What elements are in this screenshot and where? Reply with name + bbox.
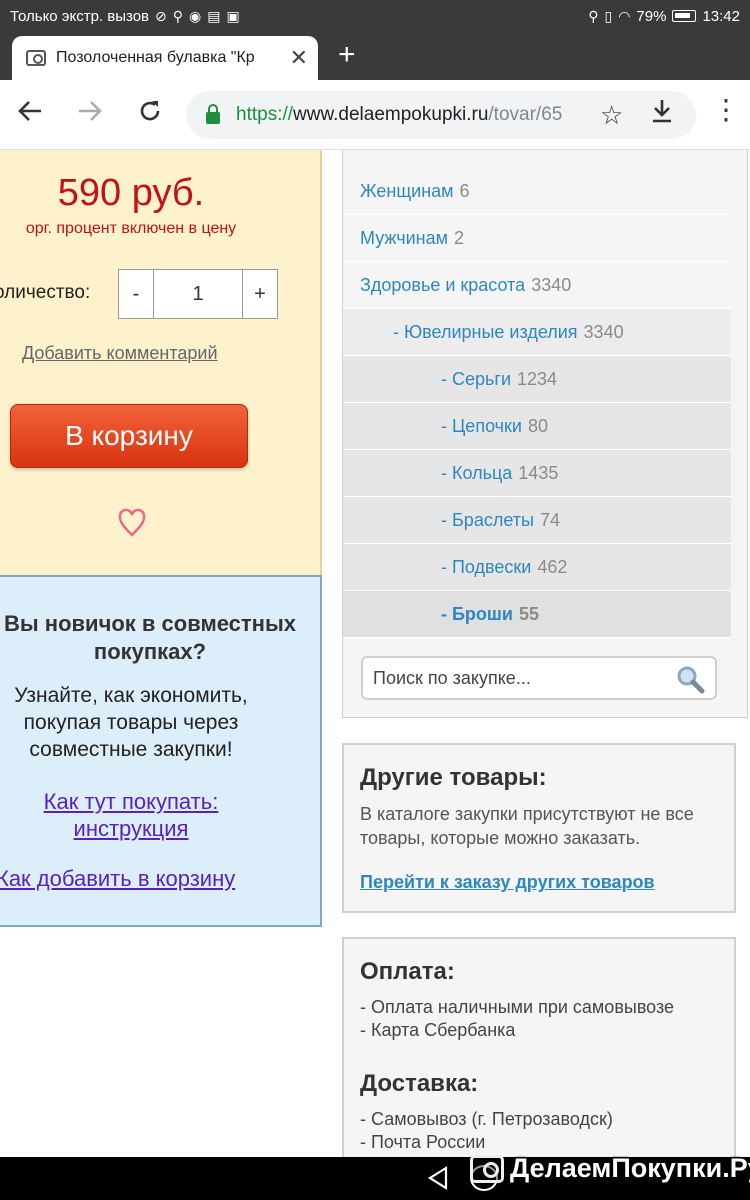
delivery-item: - Самовывоз (г. Петрозаводск) xyxy=(360,1109,613,1129)
location-icon: ⚲ xyxy=(588,8,599,24)
category-item[interactable]: Женщинам 6 xyxy=(343,168,731,215)
delivery-title: Доставка: xyxy=(360,1070,479,1097)
delivery-list: - Самовывоз (г. Петрозаводск) - Почта Ро… xyxy=(360,1108,613,1154)
other-goods-link[interactable]: Перейти к заказу других товаров xyxy=(360,872,655,893)
category-name: - Подвески xyxy=(441,556,532,577)
category-name: - Серьги xyxy=(441,368,512,389)
clock: 13:42 xyxy=(702,7,740,25)
wifi-icon: ◠ xyxy=(618,8,631,24)
category-item[interactable]: Мужчинам 2 xyxy=(343,215,731,262)
browser-toolbar: https://www.delaempokupki.ru/tovar/65 xyxy=(0,80,750,150)
reload-icon xyxy=(140,101,160,121)
category-count: 2 xyxy=(454,227,465,248)
category-count: 80 xyxy=(528,415,549,436)
category-name: Женщинам xyxy=(360,180,454,201)
tab-close-button[interactable]: ✕ xyxy=(290,47,308,69)
wallet-icon xyxy=(470,1154,504,1183)
other-goods-title: Другие товары: xyxy=(360,764,547,791)
status-bar: Только экстр. вызов ⊘ ⚲ ◉ ▤ ▣ ⚲ ▯ ◠ 79% … xyxy=(0,0,750,32)
payment-title: Оплата: xyxy=(360,958,455,985)
category-name: - Цепочки xyxy=(441,415,522,436)
site-watermark: ДелаемПокупки.Ру xyxy=(470,1153,750,1184)
category-count: 6 xyxy=(459,180,470,201)
category-count: 74 xyxy=(539,509,560,530)
status-right: ⚲ ▯ ◠ 79% 13:42 xyxy=(588,8,740,25)
lock-icon xyxy=(206,104,220,124)
new-tab-button[interactable]: + xyxy=(338,40,356,70)
category-item[interactable]: - Подвески 462 xyxy=(343,544,731,591)
search-input[interactable]: Поиск по закупке... xyxy=(361,656,717,700)
category-count: 55 xyxy=(519,603,540,624)
bank-icon: ▤ xyxy=(207,8,221,24)
status-left: Только экстр. вызов ⊘ ⚲ ◉ ▤ ▣ xyxy=(10,8,240,25)
category-name: - Браслеты xyxy=(441,509,534,530)
active-tab[interactable]: Позолоченная булавка "Кр ✕ xyxy=(12,36,318,80)
battery-icon xyxy=(672,10,697,22)
payment-item: - Оплата наличными при самовывозе xyxy=(360,997,675,1017)
menu-more-icon[interactable]: ⋮ xyxy=(712,96,740,124)
add-comment-link[interactable]: Добавить комментарий xyxy=(22,343,218,364)
category-name: Здоровье и красота xyxy=(360,274,526,295)
category-item[interactable]: - Цепочки 80 xyxy=(343,403,731,450)
category-item[interactable]: Здоровье и красота 3340 xyxy=(343,262,731,309)
price-note: орг. процент включен в цену xyxy=(25,220,237,237)
nav-back-icon[interactable] xyxy=(426,1165,450,1191)
quantity-minus-button[interactable]: - xyxy=(119,270,153,318)
quantity-input[interactable]: 1 xyxy=(153,270,243,318)
search-icon[interactable] xyxy=(675,664,705,694)
quantity-label: оличество: xyxy=(0,282,91,303)
how-to-buy-link[interactable]: Как тут покупать: инструкция xyxy=(0,788,262,842)
add-to-cart-button[interactable]: В корзину xyxy=(10,404,248,468)
tab-title: Позолоченная булавка "Кр xyxy=(56,49,255,66)
forward-button[interactable] xyxy=(60,98,120,131)
reload-button[interactable] xyxy=(120,98,180,131)
category-item[interactable]: - Кольца 1435 xyxy=(343,450,731,497)
category-count: 1435 xyxy=(518,462,559,483)
info-title: Вы новичок в совместных покупках? xyxy=(4,611,296,664)
vibrate-icon: ▯ xyxy=(604,8,613,24)
other-goods-text: В каталоге закупки присутствуют не все т… xyxy=(360,804,694,848)
search-placeholder: Поиск по закупке... xyxy=(373,667,531,688)
search-icon: ⚲ xyxy=(172,8,184,24)
url-path: /tovar/65 xyxy=(488,104,563,125)
tab-strip: Позолоченная булавка "Кр ✕ + xyxy=(0,32,750,80)
category-count: 462 xyxy=(537,556,568,577)
info-text: Узнайте, как экономить, покупая товары ч… xyxy=(14,684,248,761)
payment-item: - Карта Сбербанка xyxy=(360,1020,516,1040)
bookmark-star-icon[interactable]: ☆ xyxy=(600,100,623,131)
alert-icon: ⊘ xyxy=(155,8,167,24)
watermark-text: ДелаемПокупки.Ру xyxy=(510,1153,750,1183)
url-host: www.delaempokupki.ru xyxy=(293,104,489,125)
category-item[interactable]: - Серьги 1234 xyxy=(343,356,731,403)
forward-arrow-icon xyxy=(79,101,102,121)
category-count: 3340 xyxy=(531,274,572,295)
quantity-stepper: - 1 + xyxy=(118,269,278,319)
category-name: - Ювелирные изделия xyxy=(393,321,578,342)
category-count: 1234 xyxy=(517,368,558,389)
notification-icon: ▣ xyxy=(226,8,240,24)
category-item[interactable]: - Броши 55 xyxy=(343,591,731,638)
quantity-plus-button[interactable]: + xyxy=(243,270,277,318)
heart-icon[interactable] xyxy=(118,508,146,538)
wallet-favicon-icon xyxy=(26,50,46,66)
product-price: 590 руб. xyxy=(57,172,205,214)
url-text: https://www.delaempokupki.ru/tovar/65 xyxy=(236,104,562,126)
payment-list: - Оплата наличными при самовывозе - Карт… xyxy=(360,996,674,1042)
url-scheme: https:// xyxy=(236,104,294,125)
category-name: - Кольца xyxy=(441,462,513,483)
back-arrow-icon xyxy=(18,101,41,121)
category-name: - Броши xyxy=(441,603,513,624)
category-item[interactable]: - Ювелирные изделия 3340 xyxy=(343,309,731,356)
category-count: 3340 xyxy=(583,321,624,342)
category-name: Мужчинам xyxy=(360,227,448,248)
download-icon[interactable] xyxy=(650,98,674,129)
carrier-text: Только экстр. вызов xyxy=(10,7,150,25)
battery-percent: 79% xyxy=(636,7,667,25)
back-button[interactable] xyxy=(0,98,60,131)
chrome-icon: ◉ xyxy=(189,8,202,24)
delivery-item: - Почта России xyxy=(360,1132,486,1152)
category-item[interactable]: - Браслеты 74 xyxy=(343,497,731,544)
how-to-add-to-cart-link[interactable]: Как добавить в корзину xyxy=(0,866,235,892)
